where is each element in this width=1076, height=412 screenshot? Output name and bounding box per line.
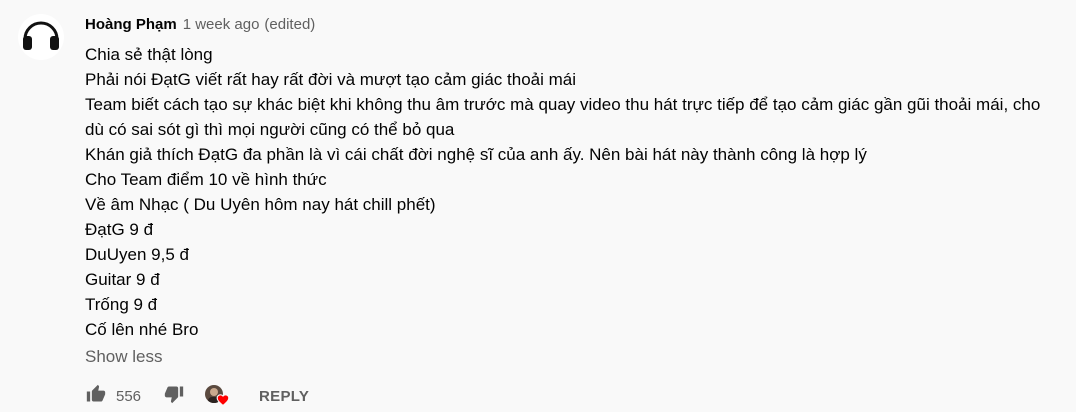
comment-line: DuUyen 9,5 đ [85,245,189,264]
comment-body: Hoàng Phạm 1 week ago (edited) Chia sẻ t… [85,14,1065,409]
comment-line: Team biết cách tạo sự khác biệt khi khôn… [85,95,1041,114]
headphones-icon [18,14,64,60]
comment-header: Hoàng Phạm 1 week ago (edited) [85,14,1065,36]
comment-thread: Hoàng Phạm 1 week ago (edited) Chia sẻ t… [18,14,1068,409]
comment-line: Phải nói ĐạtG viết rất hay rất đời và mư… [85,70,576,89]
dislike-button[interactable] [163,385,185,407]
comment-line: dù có sai sót gì thì mọi người cũng có t… [85,120,455,139]
like-count: 556 [116,387,142,405]
comment-action-bar: 556 REPLY [85,383,1065,409]
heart-icon [216,393,230,411]
comment-text: Chia sẻ thật lòng Phải nói ĐạtG viết rất… [85,42,1065,342]
thumbs-down-icon [164,384,184,409]
comment-line: Về âm Nhạc ( Du Uyên hôm nay hát chill p… [85,195,436,214]
comment-line: Cho Team điểm 10 về hình thức [85,170,327,189]
comment-line: ĐạtG 9 đ [85,220,154,239]
comment-line: Chia sẻ thật lòng [85,45,213,64]
reply-button[interactable]: REPLY [259,388,309,405]
show-less-button[interactable]: Show less [85,344,1065,369]
author-name[interactable]: Hoàng Phạm [85,14,177,36]
edited-label: (edited) [264,16,316,33]
avatar[interactable] [18,14,64,60]
creator-heart-badge [205,384,231,408]
like-button[interactable] [85,384,107,409]
comment-line: Cố lên nhé Bro [85,320,199,339]
comment-line: Trống 9 đ [85,295,158,314]
comment-line: Guitar 9 đ [85,270,160,289]
thumbs-up-icon [86,384,106,409]
comment-timestamp[interactable]: 1 week ago [183,14,260,36]
comment-line: Khán giả thích ĐạtG đa phần là vì cái ch… [85,145,867,164]
